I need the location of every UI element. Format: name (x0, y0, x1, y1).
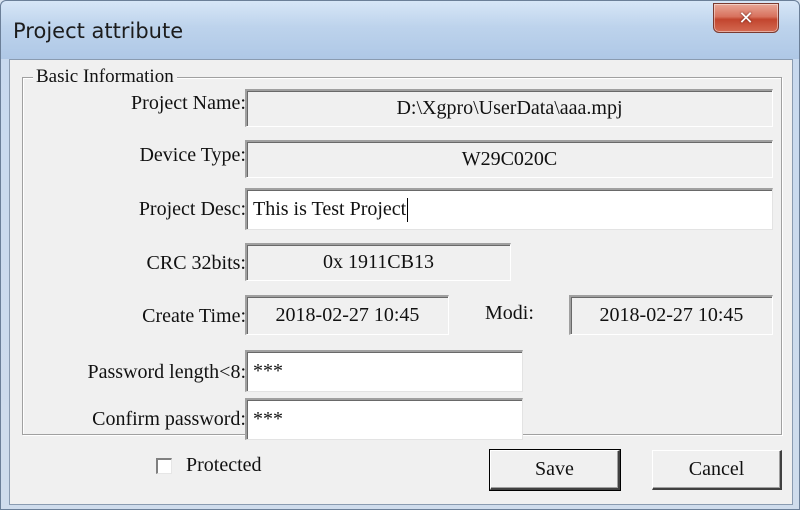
modi-label: Modi: (485, 302, 534, 324)
device-type-field: W29C020C (245, 140, 773, 178)
confirm-password-label: Confirm password: (92, 408, 246, 430)
confirm-password-input[interactable]: *** (245, 398, 523, 440)
project-name-field: D:\Xgpro\UserData\aaa.mpj (245, 89, 773, 127)
confirm-password-value: *** (253, 408, 283, 430)
create-time-value: 2018-02-27 10:45 (275, 304, 420, 326)
modi-time-field: 2018-02-27 10:45 (569, 295, 773, 335)
window-title: Project attribute (13, 19, 184, 43)
device-type-label: Device Type: (139, 144, 246, 166)
protected-checkbox-box[interactable] (156, 457, 172, 474)
project-name-label: Project Name: (131, 92, 246, 114)
close-button[interactable]: ✕ (713, 3, 779, 33)
close-icon: ✕ (738, 7, 754, 29)
save-button[interactable]: Save (489, 449, 621, 491)
text-caret (407, 197, 409, 222)
protected-label: Protected (186, 454, 262, 476)
title-bar[interactable]: Project attribute ✕ (1, 1, 799, 59)
basic-information-group: Basic Information Project Name: D:\Xgpro… (22, 66, 782, 440)
cancel-button[interactable]: Cancel (652, 450, 782, 490)
password-value: *** (253, 360, 283, 382)
device-type-value: W29C020C (461, 148, 558, 170)
password-input[interactable]: *** (245, 350, 523, 392)
crc-field: 0x 1911CB13 (245, 243, 511, 281)
project-desc-input[interactable]: This is Test Project (245, 188, 773, 230)
project-desc-value: This is Test Project (253, 198, 407, 220)
crc-label: CRC 32bits: (146, 252, 246, 274)
protected-checkbox[interactable]: Protected (156, 454, 262, 477)
create-time-field: 2018-02-27 10:45 (245, 295, 449, 335)
modi-time-value: 2018-02-27 10:45 (599, 304, 744, 326)
password-label: Password length<8: (87, 361, 247, 383)
project-name-value: D:\Xgpro\UserData\aaa.mpj (396, 97, 623, 119)
crc-value: 0x 1911CB13 (323, 251, 434, 273)
dialog-body: Basic Information Project Name: D:\Xgpro… (9, 59, 793, 505)
project-desc-label: Project Desc: (138, 198, 246, 220)
project-attribute-dialog: Project attribute ✕ Basic Information Pr… (0, 0, 800, 510)
create-time-label: Create Time: (142, 305, 246, 327)
group-title: Basic Information (33, 66, 177, 88)
